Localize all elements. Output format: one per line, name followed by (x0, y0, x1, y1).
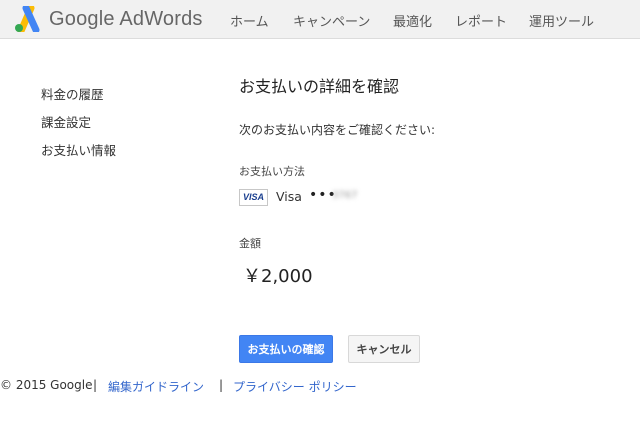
visa-badge-text: VISA (243, 192, 265, 202)
footer-separator: | (219, 378, 224, 392)
footer-separator: | (93, 378, 98, 392)
cancel-button[interactable]: キャンセル (348, 335, 420, 363)
privacy-policy-link[interactable]: プライバシー ポリシー (233, 378, 357, 395)
adwords-logo-icon[interactable] (13, 6, 41, 32)
sidebar-item-payment-info[interactable]: お支払い情報 (41, 140, 116, 159)
payment-method-label: お支払い方法 (239, 165, 305, 178)
copyright-text: © 2015 Google (0, 378, 93, 392)
amount-value: ￥2,000 (243, 266, 313, 287)
nav-reports[interactable]: レポート (455, 11, 507, 30)
page-title: お支払いの詳細を確認 (239, 77, 400, 96)
card-name: Visa (276, 189, 302, 204)
instruction-text: 次のお支払い内容をご確認ください: (239, 123, 436, 137)
sidebar-item-billing-history[interactable]: 料金の履歴 (41, 84, 104, 103)
confirm-payment-button[interactable]: お支払いの確認 (239, 335, 333, 363)
top-header: Google AdWords ホーム キャンペーン 最適化 レポート 運用ツール (0, 0, 640, 39)
nav-campaigns[interactable]: キャンペーン (293, 11, 370, 30)
editorial-guidelines-link[interactable]: 編集ガイドライン (108, 378, 204, 395)
sidebar-item-billing-settings[interactable]: 課金設定 (41, 112, 91, 131)
visa-card-icon: VISA (239, 189, 268, 206)
nav-tools[interactable]: 運用ツール (529, 11, 594, 30)
brand-name[interactable]: Google AdWords (49, 8, 203, 31)
nav-optimization[interactable]: 最適化 (393, 11, 432, 30)
nav-home[interactable]: ホーム (230, 11, 269, 30)
card-last-digits: 3767 (332, 190, 358, 201)
amount-label: 金額 (239, 237, 261, 250)
